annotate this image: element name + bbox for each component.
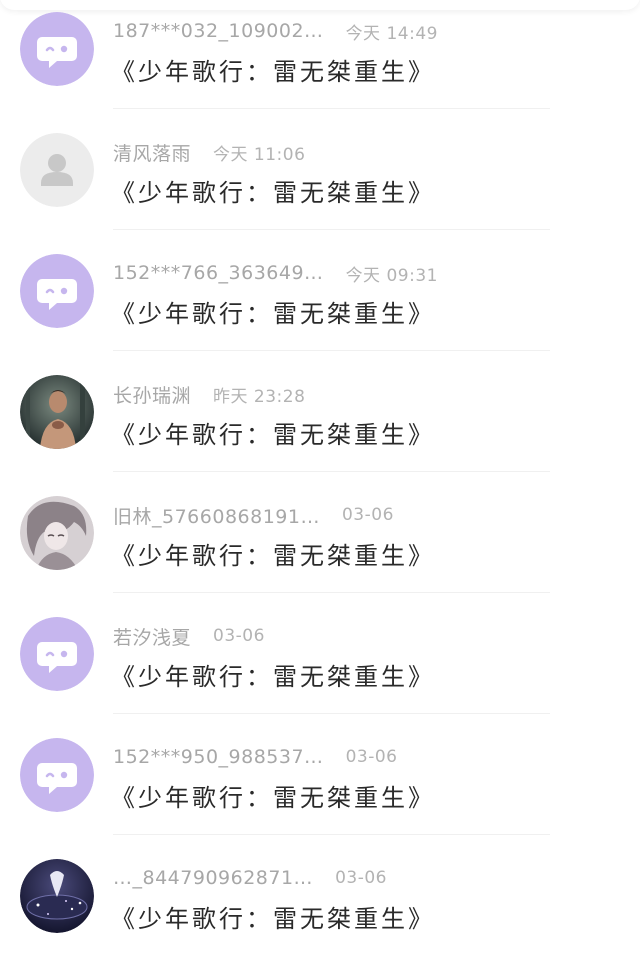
username[interactable]: …_844790962871… [113, 867, 313, 889]
timestamp: 03-06 [345, 747, 398, 767]
username[interactable]: 152***950_988537… [113, 746, 324, 768]
comment-text: 《少年歌行：雷无桀重生》 [111, 58, 435, 86]
timestamp: 今天 09:31 [345, 265, 438, 286]
username[interactable]: 187***032_109002… [113, 20, 324, 42]
default-user-icon[interactable] [20, 133, 94, 207]
comment-meta: 若汐浅夏 03-06 [113, 621, 265, 651]
comment-text: 《少年歌行：雷无桀重生》 [111, 421, 435, 449]
comment-meta: …_844790962871… 03-06 [113, 863, 387, 893]
username[interactable]: 清风落雨 [113, 139, 191, 166]
comment-item[interactable]: 长孙瑞渊 昨天 23:28 《少年歌行：雷无桀重生》 [0, 351, 640, 472]
timestamp: 03-06 [341, 505, 394, 525]
timestamp: 03-06 [213, 626, 265, 646]
comment-meta: 152***766_363649… 今天 09:31 [113, 258, 438, 288]
comment-item[interactable]: …_844790962871… 03-06 《少年歌行：雷无桀重生》 [0, 835, 640, 956]
comment-list: 187***032_109002… 今天 14:49 《少年歌行：雷无桀重生》 … [0, 0, 640, 956]
comment-item[interactable]: 清风落雨 今天 11:06 《少年歌行：雷无桀重生》 [0, 109, 640, 230]
chat-bubble-icon[interactable] [20, 617, 94, 691]
timestamp: 今天 11:06 [213, 144, 306, 165]
comment-text: 《少年歌行：雷无桀重生》 [111, 784, 435, 812]
timestamp: 昨天 23:28 [213, 386, 306, 407]
comment-item[interactable]: 152***766_363649… 今天 09:31 《少年歌行：雷无桀重生》 [0, 230, 640, 351]
anime-avatar[interactable] [20, 496, 94, 570]
comment-meta: 152***950_988537… 03-06 [113, 742, 397, 772]
comment-item[interactable]: 若汐浅夏 03-06 《少年歌行：雷无桀重生》 [0, 593, 640, 714]
username[interactable]: 若汐浅夏 [113, 623, 191, 650]
comment-meta: 清风落雨 今天 11:06 [113, 137, 305, 167]
comment-text: 《少年歌行：雷无桀重生》 [111, 300, 435, 328]
comment-text: 《少年歌行：雷无桀重生》 [111, 179, 435, 207]
username[interactable]: 旧林_57660868191… [113, 502, 320, 529]
username[interactable]: 长孙瑞渊 [113, 381, 191, 408]
comment-meta: 187***032_109002… 今天 14:49 [113, 16, 438, 46]
chat-bubble-icon[interactable] [20, 254, 94, 328]
comment-text: 《少年歌行：雷无桀重生》 [111, 542, 435, 570]
comment-item[interactable]: 187***032_109002… 今天 14:49 《少年歌行：雷无桀重生》 [0, 0, 640, 109]
comment-meta: 长孙瑞渊 昨天 23:28 [113, 379, 305, 409]
comment-meta: 旧林_57660868191… 03-06 [113, 500, 394, 530]
comment-text: 《少年歌行：雷无桀重生》 [111, 905, 435, 933]
chat-bubble-icon[interactable] [20, 12, 94, 86]
photo-avatar[interactable] [20, 375, 94, 449]
comment-item[interactable]: 旧林_57660868191… 03-06 《少年歌行：雷无桀重生》 [0, 472, 640, 593]
timestamp: 今天 14:49 [345, 23, 438, 44]
comment-text: 《少年歌行：雷无桀重生》 [111, 663, 435, 691]
chat-bubble-icon[interactable] [20, 738, 94, 812]
comment-item[interactable]: 152***950_988537… 03-06 《少年歌行：雷无桀重生》 [0, 714, 640, 835]
timestamp: 03-06 [335, 868, 387, 888]
space-avatar[interactable] [20, 859, 94, 933]
username[interactable]: 152***766_363649… [113, 262, 324, 284]
